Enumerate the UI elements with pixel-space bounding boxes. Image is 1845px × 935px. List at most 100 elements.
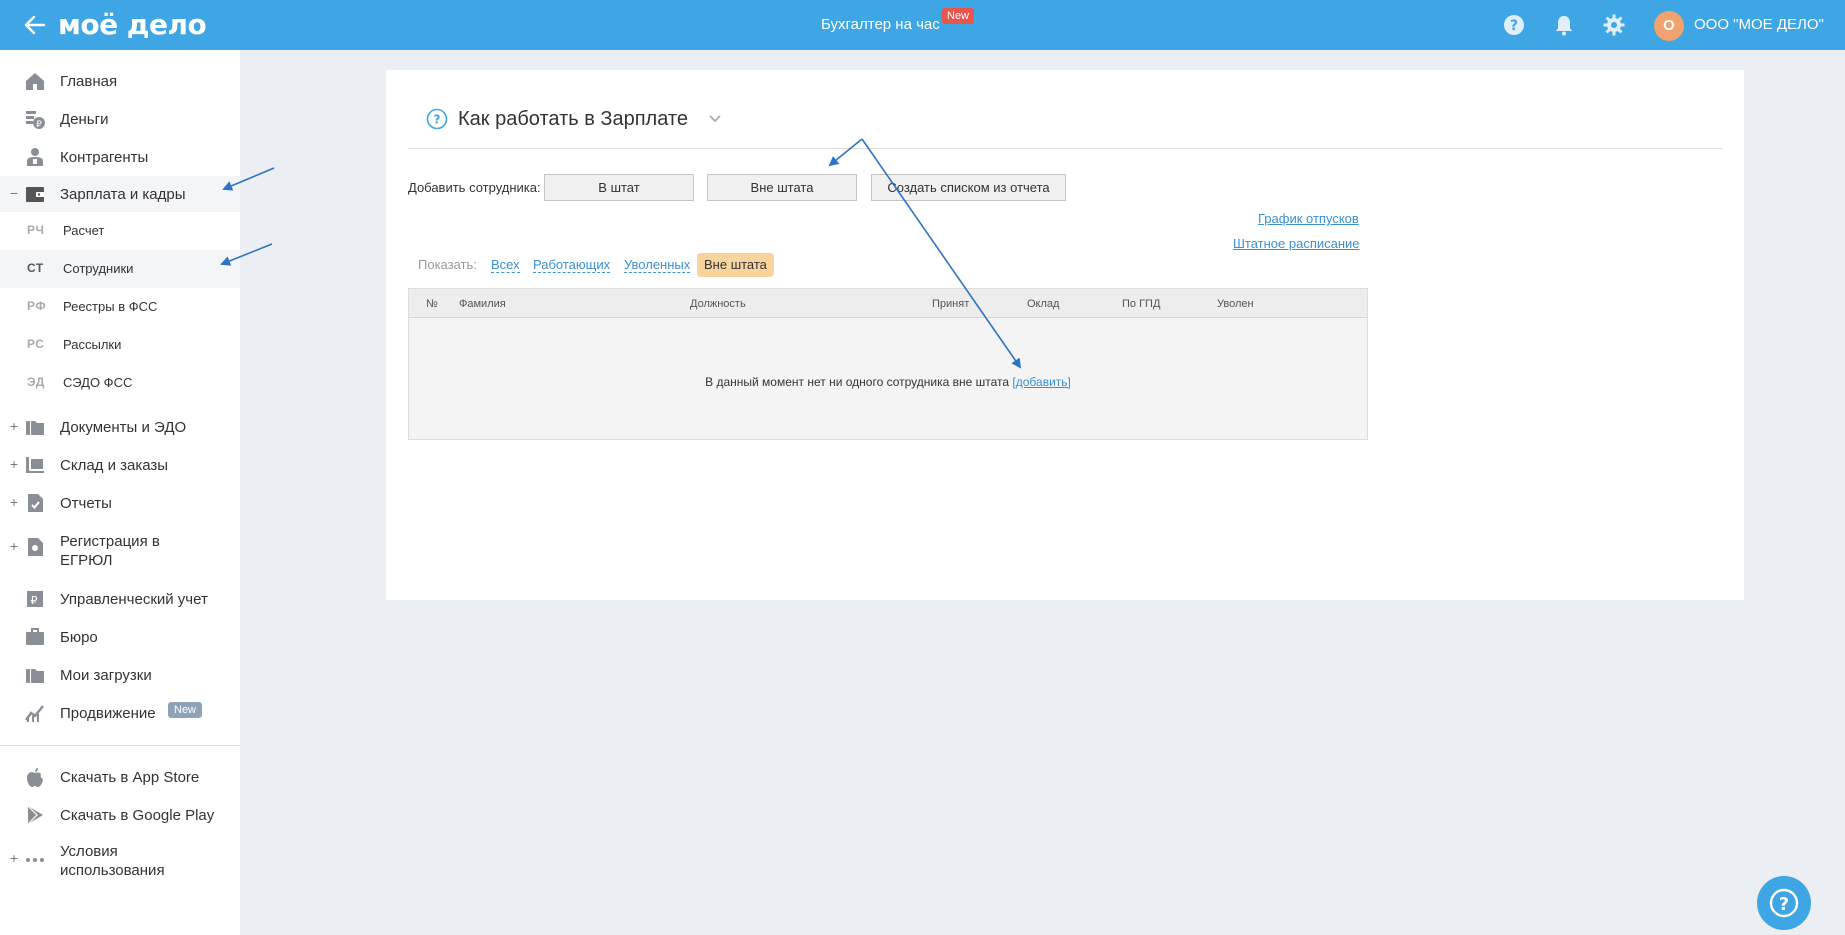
gear-icon[interactable]	[1602, 13, 1626, 37]
sidebar-item-terms[interactable]: + Условия использования	[0, 838, 240, 882]
organization-name[interactable]: ООО "МОЕ ДЕЛО"	[1694, 16, 1824, 34]
subitem-abbr: РФ	[27, 299, 47, 313]
sidebar-item-label: Отчеты	[60, 495, 112, 512]
add-out-of-staff-button[interactable]: Вне штата	[707, 174, 857, 201]
sidebar-item-label: Управленческий учет	[60, 591, 208, 608]
help-icon[interactable]: ?	[1502, 13, 1526, 37]
sidebar-item-label: Контрагенты	[60, 149, 149, 166]
registration-icon	[28, 538, 43, 556]
sidebar-item-salary[interactable]: − Зарплата и кадры	[0, 176, 240, 212]
add-employee-link[interactable]: [добавить]	[1012, 375, 1070, 389]
sidebar-item-label: Деньги	[60, 111, 109, 128]
sidebar-item-label: Документы и ЭДО	[60, 419, 187, 436]
sidebar-subitem-fss-registers[interactable]: РФ Реестры в ФСС	[0, 288, 240, 326]
briefcase-icon	[26, 628, 44, 645]
empty-state: В данный момент нет ни одного сотрудника…	[409, 375, 1367, 389]
add-in-staff-button[interactable]: В штат	[544, 174, 694, 201]
subitem-label: СЭДО ФСС	[63, 375, 133, 390]
sidebar-subitem-sedo-fss[interactable]: ЭД СЭДО ФСС	[0, 364, 240, 402]
sidebar-item-warehouse[interactable]: + Склад и заказы	[0, 450, 240, 482]
expand-toggle[interactable]: +	[8, 418, 20, 434]
expand-toggle[interactable]: +	[8, 456, 20, 472]
sidebar-item-egrul[interactable]: + Регистрация в ЕГРЮЛ	[0, 526, 240, 570]
filter-all[interactable]: Всех	[491, 257, 520, 273]
back-arrow-icon[interactable]	[22, 10, 48, 40]
logo[interactable]: моё дело	[58, 8, 207, 42]
create-from-report-button[interactable]: Создать списком из отчета	[871, 174, 1066, 201]
bell-icon[interactable]	[1552, 13, 1576, 37]
avatar[interactable]: О	[1654, 11, 1684, 41]
sidebar-item-management[interactable]: ₽ Управленческий учет	[0, 584, 240, 616]
google-play-icon	[27, 805, 43, 825]
subitem-label: Рассылки	[63, 337, 122, 352]
column-header[interactable]: Должность	[690, 298, 746, 310]
subitem-abbr: ЭД	[27, 375, 45, 389]
column-header[interactable]: Оклад	[1027, 298, 1059, 310]
sidebar-subitem-employees[interactable]: СТ Сотрудники	[0, 250, 240, 288]
collapse-toggle[interactable]: −	[8, 185, 20, 201]
subitem-abbr: РС	[27, 337, 45, 351]
sidebar-item-label: Скачать в Google Play	[60, 807, 215, 824]
sidebar-item-reports[interactable]: + Отчеты	[0, 488, 240, 520]
downloads-icon	[26, 669, 44, 683]
question-icon: ?	[1769, 888, 1799, 918]
new-badge: New	[942, 8, 975, 24]
table-header: № Фамилия Должность Принят Оклад По ГПД …	[409, 289, 1367, 318]
expand-toggle[interactable]: +	[8, 494, 20, 510]
new-badge: New	[168, 702, 203, 718]
question-circle-icon: ?	[426, 108, 448, 130]
subitem-label: Сотрудники	[63, 261, 134, 276]
sidebar-item-label: Бюро	[60, 629, 98, 646]
subitem-abbr: РЧ	[27, 223, 45, 237]
help-title: Как работать в Зарплате	[458, 108, 688, 130]
warehouse-icon	[26, 457, 44, 473]
sidebar-item-app-store[interactable]: Скачать в App Store	[0, 762, 240, 794]
add-employee-label: Добавить сотрудника:	[408, 180, 541, 195]
subitem-abbr: СТ	[27, 261, 44, 275]
sidebar-item-label: Склад и заказы	[60, 457, 169, 474]
svg-text:?: ?	[1779, 894, 1789, 915]
column-header[interactable]: №	[426, 298, 438, 310]
expand-toggle[interactable]: +	[8, 850, 20, 866]
sidebar-item-label: Главная	[60, 73, 118, 90]
sidebar-item-documents[interactable]: + Документы и ЭДО	[0, 412, 240, 444]
sidebar-item-google-play[interactable]: Скачать в Google Play	[0, 800, 240, 832]
sidebar-subitem-calculation[interactable]: РЧ Расчет	[0, 212, 240, 250]
column-header[interactable]: Принят	[932, 298, 969, 310]
sidebar-item-label: Условия использования	[60, 843, 165, 879]
sidebar-item-contractors[interactable]: Контрагенты	[0, 142, 240, 174]
filter-label: Показать:	[418, 257, 477, 272]
accountant-per-hour-link[interactable]: Бухгалтер на час	[821, 16, 940, 34]
management-icon: ₽	[27, 591, 43, 607]
sidebar-subitem-mailings[interactable]: РС Рассылки	[0, 326, 240, 364]
filter-out-of-staff[interactable]: Вне штата	[697, 253, 774, 277]
salary-card: ? Как работать в Зарплате Добавить сотру…	[386, 70, 1744, 600]
sidebar-item-money[interactable]: ₽ Деньги	[0, 104, 240, 136]
chevron-down-icon	[709, 115, 721, 123]
staffing-table-link[interactable]: Штатное расписание	[1233, 236, 1360, 251]
floating-help-button[interactable]: ?	[1757, 876, 1811, 930]
divider	[408, 148, 1722, 149]
sidebar-item-downloads[interactable]: Мои загрузки	[0, 660, 240, 692]
vacation-schedule-link[interactable]: График отпусков	[1258, 211, 1359, 226]
filter-fired[interactable]: Уволенных	[624, 257, 691, 273]
svg-text:₽: ₽	[31, 594, 38, 607]
wallet-icon	[26, 187, 44, 202]
svg-text:?: ?	[1510, 18, 1518, 34]
folder-icon	[26, 421, 44, 435]
column-header[interactable]: По ГПД	[1122, 298, 1160, 310]
column-header[interactable]: Уволен	[1217, 298, 1254, 310]
sidebar-item-promotion[interactable]: Продвижение New	[0, 698, 240, 730]
sidebar: Главная ₽ Деньги Контрагенты − Зарплата …	[0, 50, 240, 935]
sidebar-item-home[interactable]: Главная	[0, 66, 240, 98]
expand-toggle[interactable]: +	[8, 538, 20, 554]
svg-text:₽: ₽	[36, 120, 42, 130]
column-header[interactable]: Фамилия	[459, 298, 506, 310]
subitem-label: Реестры в ФСС	[63, 299, 158, 314]
sidebar-item-bureau[interactable]: Бюро	[0, 622, 240, 654]
filter-working[interactable]: Работающих	[533, 257, 611, 273]
more-icon	[26, 858, 44, 862]
top-bar: моё дело Бухгалтер на час New ? О ООО "М…	[0, 0, 1845, 50]
svg-text:?: ?	[434, 113, 441, 127]
sidebar-item-label: Скачать в App Store	[60, 769, 200, 786]
